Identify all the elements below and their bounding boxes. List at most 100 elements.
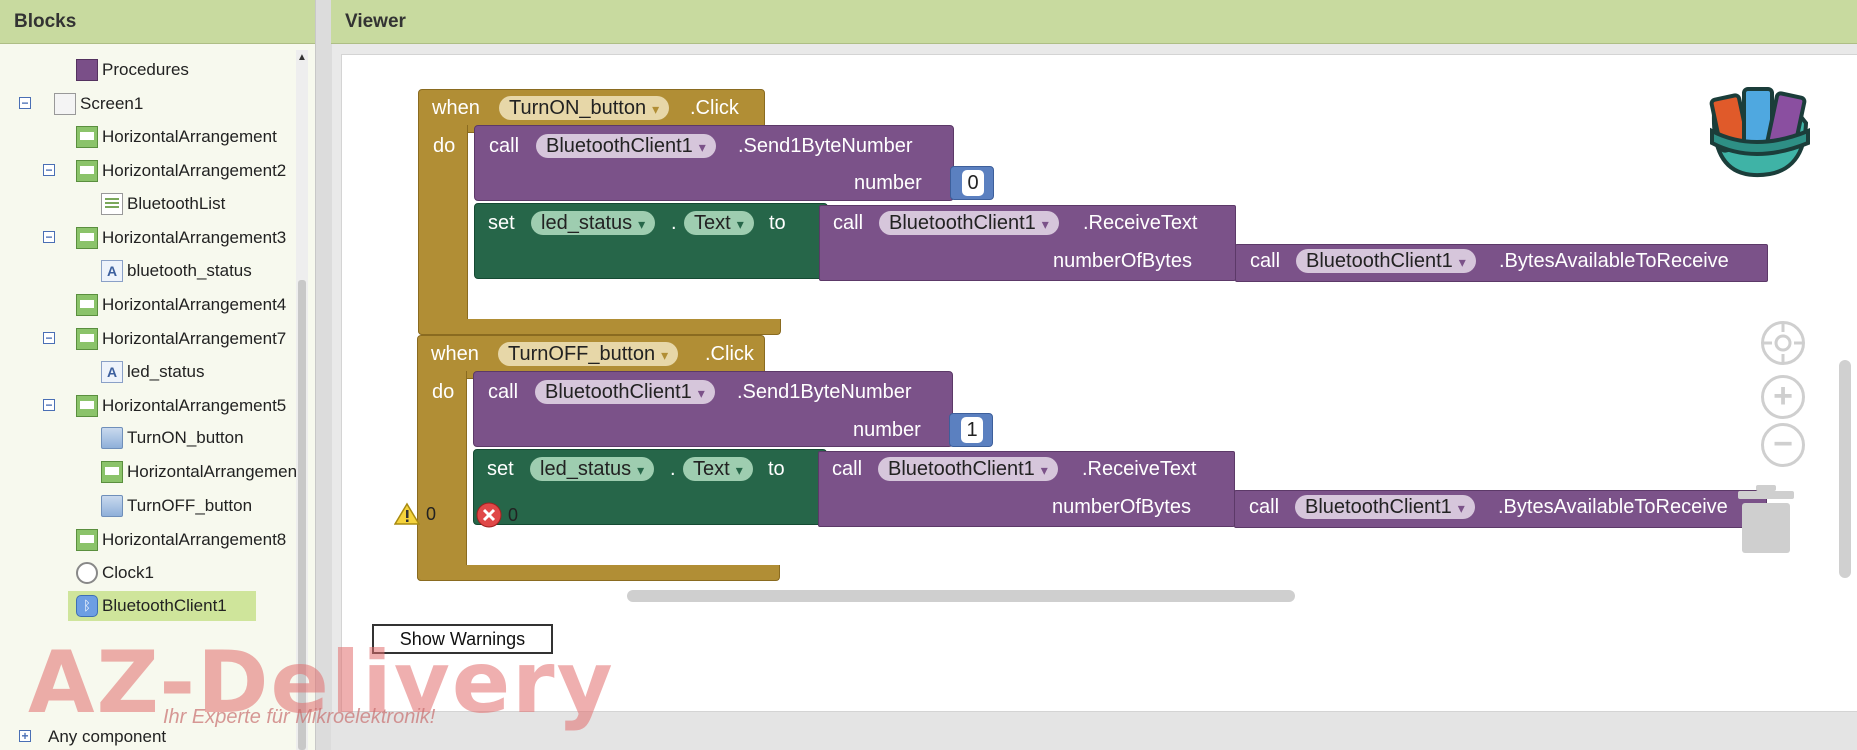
call-keyword: call — [489, 135, 520, 157]
horizontal-arrangement-icon — [76, 294, 98, 316]
tree-item-label: TurnOFF_button — [127, 496, 253, 515]
chevron-down-icon: ▾ — [1457, 500, 1465, 516]
chevron-down-icon: ▾ — [652, 101, 660, 117]
button-icon — [101, 495, 123, 517]
tree-item-label: HorizontalArrangement7 — [102, 329, 287, 348]
zoom-out-icon[interactable]: − — [1761, 423, 1805, 467]
recenter-icon[interactable] — [1761, 321, 1805, 365]
property-dropdown[interactable]: Text ▾ — [683, 457, 753, 481]
procedures-icon — [76, 59, 98, 81]
set-keyword: set — [487, 458, 514, 480]
horizontal-arrangement-icon — [76, 328, 98, 350]
clock-icon — [76, 562, 98, 584]
horizontal-arrangement-icon — [76, 227, 98, 249]
tree-item-horizontalarrangement5[interactable]: HorizontalArrangement5 — [76, 391, 286, 421]
number-field[interactable]: 0 — [962, 170, 984, 196]
collapse-toggle-harr3[interactable]: − — [43, 231, 55, 243]
tree-item-label: HorizontalArrangement8 — [102, 530, 287, 549]
tree-item-bluetoothlist[interactable]: BluetoothList — [101, 189, 225, 219]
arg-label: numberOfBytes — [1052, 496, 1191, 518]
warning-triangle-icon — [394, 502, 420, 525]
blocks-workspace[interactable]: when TurnON_button ▾ .Click do call Bluet… — [341, 54, 1857, 712]
chevron-down-icon: ▾ — [1041, 216, 1049, 232]
tree-item-procedures[interactable]: Procedures — [76, 55, 189, 85]
tree-item-label: led_status — [127, 362, 205, 381]
tree-item-clock1[interactable]: Clock1 — [76, 558, 154, 588]
screen-icon — [54, 93, 76, 115]
tree-item-label: HorizontalArrangement3 — [102, 228, 287, 247]
chevron-down-icon: ▾ — [1458, 254, 1466, 270]
component-dropdown[interactable]: BluetoothClient1 ▾ — [1295, 495, 1475, 519]
chevron-down-icon: ▾ — [735, 462, 743, 478]
listpicker-icon — [101, 193, 123, 215]
tree-item-horizontalarrangement[interactable]: HorizontalArrangement — [76, 122, 277, 152]
zoom-in-icon[interactable]: + — [1761, 375, 1805, 419]
component-dropdown[interactable]: BluetoothClient1 ▾ — [878, 457, 1058, 481]
setter-component-dropdown[interactable]: led_status ▾ — [531, 211, 656, 235]
to-keyword: to — [768, 458, 785, 480]
tree-item-label: bluetooth_status — [127, 261, 252, 280]
horizontal-arrangement-icon — [76, 160, 98, 182]
workspace-horizontal-scrollbar[interactable] — [627, 590, 1295, 602]
event-component-dropdown[interactable]: TurnON_button ▾ — [499, 96, 670, 120]
chevron-down-icon: ▾ — [1040, 462, 1048, 478]
event-component-dropdown[interactable]: TurnOFF_button ▾ — [498, 342, 679, 366]
event-name: .Click — [690, 97, 739, 119]
tree-item-label: BluetoothList — [127, 194, 226, 213]
tree-item-horizontalarrangement6[interactable]: HorizontalArrangement6 — [101, 457, 300, 487]
property-dropdown[interactable]: Text ▾ — [684, 211, 754, 235]
tree-item-screen1[interactable]: Screen1 — [54, 89, 143, 119]
collapse-toggle-harr7[interactable]: − — [43, 332, 55, 344]
component-dropdown[interactable]: BluetoothClient1 ▾ — [536, 134, 716, 158]
chevron-down-icon: ▾ — [698, 139, 706, 155]
tree-item-label: Clock1 — [102, 563, 154, 582]
call-keyword: call — [833, 212, 864, 234]
set-keyword: set — [488, 212, 515, 234]
watermark-tagline: Ihr Experte für Mikroelektronik! — [163, 706, 436, 728]
collapse-toggle-harr2[interactable]: − — [43, 164, 55, 176]
blocks-panel-title: Blocks — [0, 0, 315, 44]
error-icon — [476, 502, 502, 528]
event-block-turnoff-footer — [417, 565, 780, 581]
component-dropdown[interactable]: BluetoothClient1 ▾ — [1296, 249, 1476, 273]
collapse-toggle-screen1[interactable]: − — [19, 97, 31, 109]
collapse-toggle-harr5[interactable]: − — [43, 399, 55, 411]
call-keyword: call — [1250, 250, 1281, 272]
to-keyword: to — [769, 212, 786, 234]
method-name: .ReceiveText — [1083, 212, 1198, 234]
viewer-title: Viewer — [331, 0, 1857, 44]
do-keyword: do — [433, 135, 456, 157]
tree-item-horizontalarrangement3[interactable]: HorizontalArrangement3 — [76, 223, 286, 253]
number-field[interactable]: 1 — [961, 417, 983, 443]
workspace-vertical-scrollbar[interactable] — [1839, 360, 1851, 578]
method-name: .BytesAvailableToReceive — [1498, 496, 1728, 518]
tree-item-label: HorizontalArrangement4 — [102, 295, 287, 314]
trash-icon[interactable] — [1736, 483, 1796, 555]
tree-item-label: HorizontalArrangement — [102, 127, 277, 146]
tree-item-turnon-button[interactable]: TurnON_button — [101, 423, 244, 453]
arg-label: numberOfBytes — [1053, 250, 1192, 272]
chevron-down-icon: ▾ — [736, 216, 744, 232]
component-dropdown[interactable]: BluetoothClient1 ▾ — [879, 211, 1059, 235]
backpack-icon[interactable] — [1694, 73, 1824, 183]
component-dropdown[interactable]: BluetoothClient1 ▾ — [535, 380, 715, 404]
warnings-count: 0 — [426, 503, 437, 524]
setter-component-dropdown[interactable]: led_status ▾ — [530, 457, 655, 481]
tree-item-label: BluetoothClient1 — [102, 596, 227, 615]
do-keyword: do — [432, 381, 455, 403]
tree-item-turnoff-button[interactable]: TurnOFF_button — [101, 491, 252, 521]
scroll-up-icon[interactable]: ▲ — [296, 52, 308, 63]
dot-separator: . — [671, 212, 677, 234]
tree-item-horizontalarrangement2[interactable]: HorizontalArrangement2 — [76, 156, 286, 186]
tree-item-horizontalarrangement8[interactable]: HorizontalArrangement8 — [76, 525, 286, 555]
tree-item-bluetoothclient1[interactable]: ᛒ BluetoothClient1 — [68, 591, 256, 621]
tree-item-label: TurnON_button — [127, 428, 244, 447]
tree-item-horizontalarrangement4[interactable]: HorizontalArrangement4 — [76, 290, 286, 320]
errors-count: 0 — [508, 504, 519, 525]
tree-item-label: HorizontalArrangement2 — [102, 161, 287, 180]
chevron-down-icon: ▾ — [637, 462, 645, 478]
bluetooth-icon: ᛒ — [76, 595, 98, 617]
tree-item-bluetooth-status[interactable]: A bluetooth_status — [101, 256, 252, 286]
tree-item-led-status[interactable]: A led_status — [101, 357, 205, 387]
tree-item-horizontalarrangement7[interactable]: HorizontalArrangement7 — [76, 324, 286, 354]
